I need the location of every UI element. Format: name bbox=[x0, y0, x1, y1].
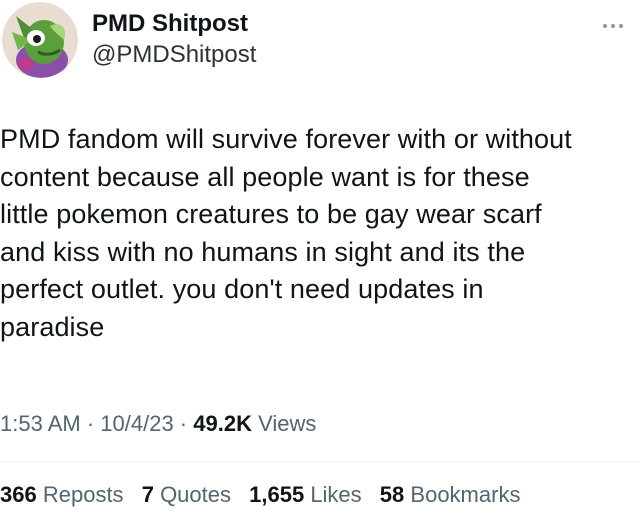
bookmarks-stat[interactable]: 58 Bookmarks bbox=[380, 482, 521, 507]
tweet-text: PMD fandom will survive forever with or … bbox=[0, 124, 572, 342]
views-count: 49.2K bbox=[193, 411, 252, 436]
tweet-date[interactable]: 10/4/23 bbox=[100, 411, 173, 436]
handle[interactable]: @PMDShitpost bbox=[92, 41, 256, 69]
reposts-stat[interactable]: 366 Reposts bbox=[0, 482, 124, 507]
tweet-time[interactable]: 1:53 AM bbox=[0, 411, 81, 436]
meta-separator: · bbox=[173, 411, 194, 436]
display-name[interactable]: PMD Shitpost bbox=[92, 10, 256, 38]
tweet-meta: 1:53 AM · 10/4/23 · 49.2K Views bbox=[0, 410, 316, 438]
likes-count: 1,655 bbox=[249, 482, 305, 507]
quotes-stat[interactable]: 7 Quotes bbox=[142, 482, 231, 507]
views-label: Views bbox=[251, 411, 317, 436]
more-dots-icon bbox=[611, 24, 615, 28]
likes-label: Likes bbox=[310, 482, 362, 507]
quotes-label: Quotes bbox=[160, 482, 231, 507]
bookmarks-label: Bookmarks bbox=[410, 482, 521, 507]
meta-separator: · bbox=[80, 411, 101, 436]
more-options-button[interactable] bbox=[598, 16, 628, 36]
engagement-stats: 366 Reposts 7 Quotes 1,655 Likes 58 Book… bbox=[0, 481, 532, 509]
reposts-label: Reposts bbox=[42, 482, 124, 507]
likes-stat[interactable]: 1,655 Likes bbox=[249, 482, 362, 507]
pokemon-avatar-icon bbox=[2, 2, 78, 78]
avatar[interactable] bbox=[2, 2, 78, 78]
more-dots-icon bbox=[603, 24, 607, 28]
bookmarks-count: 58 bbox=[379, 482, 405, 507]
reposts-count: 366 bbox=[0, 482, 37, 507]
more-dots-icon bbox=[619, 24, 623, 28]
divider bbox=[0, 461, 640, 462]
tweet-author[interactable]: PMD Shitpost @PMDShitpost bbox=[92, 10, 256, 69]
quotes-count: 7 bbox=[141, 482, 154, 507]
